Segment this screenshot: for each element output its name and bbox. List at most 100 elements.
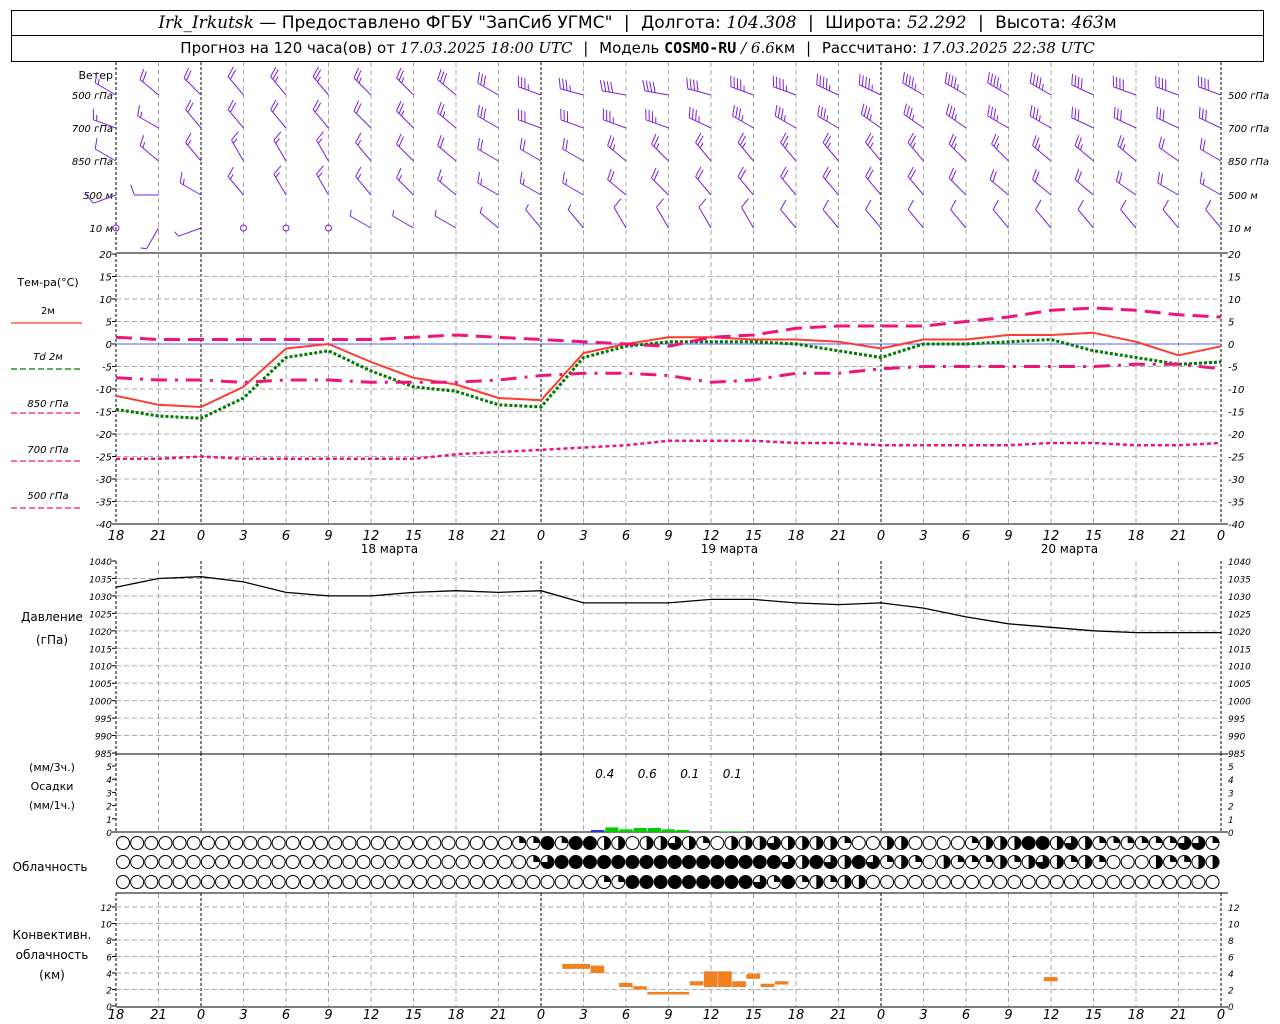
- temp-tick-label: -5: [102, 363, 112, 374]
- wind-barb: [517, 75, 542, 96]
- wind-barb: [822, 166, 839, 196]
- cloud-fill: [1212, 836, 1220, 843]
- wind-barb: [353, 67, 372, 96]
- wind-level-label: 500 гПа: [72, 91, 113, 102]
- cloud-fill: [561, 836, 569, 843]
- wind-barb-feather: [732, 105, 735, 117]
- wind-barb-staff: [741, 206, 754, 229]
- cloud-cover-symbol: [781, 836, 796, 850]
- cloud-cover-symbol: [823, 855, 838, 869]
- cloud-cover-symbol: [696, 836, 711, 850]
- wind-barb-staff: [774, 115, 797, 129]
- wind-barb-feather: [911, 114, 915, 121]
- temp-tick-label: -20: [96, 430, 112, 441]
- wind-barb-feather: [642, 79, 646, 91]
- wind-barb-feather: [439, 104, 445, 115]
- cloud-cover-symbol: [781, 855, 796, 869]
- cloud-circle: [314, 875, 329, 889]
- wind-barb-feather: [522, 178, 525, 185]
- wind-barb-feather: [606, 81, 610, 93]
- x-tick-label-bottom: 18: [448, 1008, 465, 1023]
- cloud-fill: [1028, 855, 1036, 869]
- cloud-fill: [1155, 855, 1163, 869]
- wind-barb-staff: [270, 76, 287, 96]
- wind-barb: [1035, 199, 1052, 229]
- wind-barb-feather: [522, 139, 526, 151]
- wind-barb-feather: [692, 79, 696, 91]
- cloud-fill: [802, 875, 809, 882]
- meteogram: Ветер500 гПа 500 гПа700 гПа 700 гПа850 гПа…: [11, 62, 1269, 1023]
- cloud-cover-symbol: [611, 855, 626, 869]
- pressure-tick-label: 1005: [89, 680, 112, 690]
- cloud-cover-symbol: [356, 855, 371, 869]
- conv-cloud-bar: [1043, 977, 1058, 982]
- wind-barb-feather: [1029, 72, 1033, 84]
- wind-barb-feather: [139, 69, 145, 80]
- wind-barb-staff: [907, 209, 924, 229]
- wind-barb-staff: [1162, 209, 1179, 229]
- wind-barb-feather: [437, 102, 442, 113]
- cloud-cover-symbol: [1134, 875, 1149, 889]
- cloud-cover-symbol: [384, 836, 399, 850]
- wind-barb-staff: [602, 90, 627, 96]
- wind-barb: [656, 198, 669, 229]
- cloud-fill: [1071, 855, 1078, 862]
- cloud-cover-symbol: [243, 836, 258, 850]
- wind-barb: [822, 199, 839, 229]
- x-tick-label: 0: [197, 529, 205, 544]
- wind-barb: [902, 72, 924, 96]
- cloud-fill: [858, 875, 866, 889]
- wind-barb-feather: [1198, 106, 1201, 118]
- cloud-circle: [116, 836, 130, 850]
- wind-barb-feather: [819, 75, 822, 87]
- x-tick-label: 6: [282, 529, 290, 544]
- cloud-fill: [611, 855, 625, 869]
- wind-barb: [858, 73, 882, 96]
- wind-barb-staff: [780, 142, 797, 162]
- wind-barb: [477, 72, 499, 96]
- cloud-cover-symbol: [851, 875, 866, 889]
- wind-barb: [1112, 75, 1137, 96]
- wind-barb-staff: [349, 215, 372, 229]
- wind-barb: [822, 132, 839, 162]
- wind-barb: [1197, 75, 1222, 96]
- wind-barb-staff: [396, 77, 414, 96]
- wind-barb-feather: [182, 178, 185, 185]
- cloud-circle: [469, 836, 484, 850]
- cloud-circle: [399, 836, 413, 850]
- pressure-tick-label: 995: [95, 715, 112, 725]
- cloud-cover-symbol: [1021, 836, 1036, 850]
- cloud-cover-symbol: [158, 875, 173, 889]
- cloud-cover-symbol: [1205, 855, 1220, 869]
- cloud-circle: [399, 875, 413, 889]
- cloud-circle: [413, 875, 428, 889]
- cloud-fill: [986, 836, 993, 850]
- precip-tick-label: 1: [106, 816, 112, 826]
- cloud-cover-symbol: [469, 875, 484, 889]
- cloud-cover-symbol: [851, 836, 866, 850]
- wind-barb-feather: [607, 169, 612, 180]
- wind-barb-staff: [822, 176, 839, 196]
- wind-barb: [817, 105, 839, 129]
- cloud-fill: [901, 855, 908, 869]
- cloud-fill: [689, 836, 696, 850]
- wind-barb-feather: [317, 138, 323, 144]
- cloud-circle: [342, 875, 357, 889]
- cloud-fill: [972, 836, 979, 843]
- wind-barb-feather: [525, 204, 529, 210]
- wind-barb-feather: [989, 169, 995, 180]
- legend-label-t500: 500 гПа: [27, 491, 68, 502]
- wind-barb-staff: [518, 119, 542, 129]
- wind-barb-feather: [1041, 83, 1044, 91]
- cloud-fill: [1056, 855, 1064, 869]
- x-tick-label: 6: [962, 529, 970, 544]
- wind-barb-feather: [1071, 73, 1074, 85]
- wind-barb-feather: [1202, 178, 1205, 185]
- wind-barb-staff: [1032, 179, 1052, 196]
- cloud-cover-symbol: [186, 875, 201, 889]
- cloud-cover-symbol: [271, 836, 286, 850]
- cloud-cover-symbol: [1078, 875, 1093, 889]
- wind-barb-feather: [1034, 171, 1040, 182]
- cloud-cover-symbol: [865, 855, 880, 869]
- wind-barb: [992, 199, 1009, 229]
